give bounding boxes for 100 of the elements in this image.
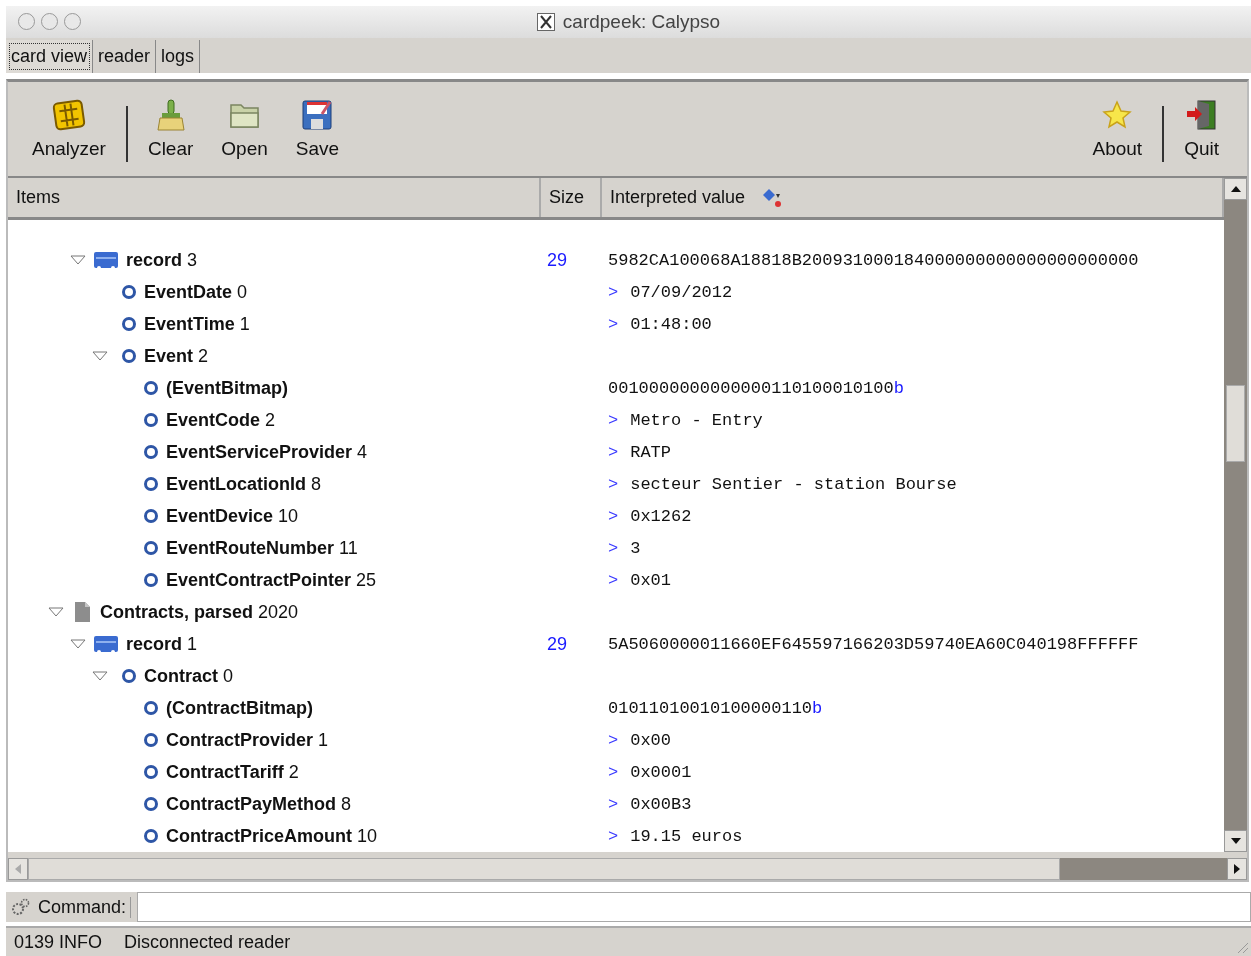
item-name[interactable]: ContractPayMethod 8: [166, 793, 352, 815]
window-minimize-button[interactable]: [41, 13, 58, 31]
value-marker: >: [608, 282, 619, 302]
size-value: 29: [546, 249, 568, 271]
interpreted-value: 0x1262: [630, 506, 692, 526]
scroll-thumb[interactable]: [28, 858, 1060, 881]
bullet-icon: [144, 573, 158, 588]
item-name[interactable]: EventTime 1: [144, 313, 250, 335]
item-name[interactable]: EventCode 2: [166, 409, 276, 431]
item-name[interactable]: EventLocationId 8: [166, 473, 322, 495]
toolbar-button[interactable]: Save: [281, 98, 354, 161]
interpreted-value: 5982CA100068A18818B200931000184000000000000000000000: [608, 250, 1139, 270]
interpreted-value: 0x01: [630, 570, 671, 590]
item-name[interactable]: EventRouteNumber 11: [166, 537, 358, 559]
bullet-icon: [122, 349, 136, 364]
bullet-icon: [144, 477, 158, 492]
status-code: 0139 INFO: [14, 931, 103, 953]
toolbar-button[interactable]: Analyzer: [18, 98, 120, 161]
item-name[interactable]: Contracts, parsed 2020: [100, 601, 299, 623]
expanded-triangle-icon[interactable]: [92, 350, 108, 363]
value-marker: >: [608, 442, 619, 462]
item-name[interactable]: ContractTariff 2: [166, 761, 299, 783]
card-record-icon: [94, 634, 118, 655]
interpreted-value: Metro - Entry: [630, 410, 763, 430]
item-name[interactable]: record 1: [126, 633, 198, 655]
expanded-triangle-icon[interactable]: [48, 606, 64, 619]
column-header-text: Interpreted value: [610, 187, 746, 209]
interpreted-value: RATP: [630, 442, 671, 462]
bullet-icon: [144, 381, 158, 396]
bullet-icon: [144, 829, 158, 844]
scroll-down-icon[interactable]: [1230, 838, 1241, 845]
toolbar-button[interactable]: Quit: [1170, 98, 1233, 161]
chip-icon: [51, 98, 86, 133]
interpreted-value: 0x0001: [630, 762, 692, 782]
value-marker: >: [608, 410, 619, 430]
expanded-triangle-icon[interactable]: [92, 670, 108, 683]
size-value: 29: [546, 633, 568, 655]
value-marker: >: [608, 794, 619, 814]
command-input-field[interactable]: [137, 892, 1251, 923]
bullet-icon: [144, 413, 158, 428]
column-header[interactable]: Items: [8, 178, 541, 218]
interpreted-value: 0x00: [630, 730, 671, 750]
item-name[interactable]: EventDate 0: [144, 281, 248, 303]
bullet-icon: [144, 445, 158, 460]
item-name[interactable]: EventContractPointer 25: [166, 569, 377, 591]
bullet-icon: [144, 509, 158, 524]
item-name[interactable]: Event 2: [144, 345, 209, 367]
bullet-icon: [144, 701, 158, 716]
scroll-thumb[interactable]: [1226, 385, 1245, 463]
bullet-icon: [122, 285, 136, 300]
interpreted-value: 5A5060000011660EF645597166203D59740EA60C040198FFFFFF: [608, 634, 1139, 654]
command-label: Command:: [38, 896, 132, 918]
bullet-icon: [122, 669, 136, 684]
item-name[interactable]: ContractProvider 1: [166, 729, 329, 751]
expanded-triangle-icon[interactable]: [70, 638, 86, 651]
bullet-icon: [144, 797, 158, 812]
value-marker: >: [608, 538, 619, 558]
value-marker: >: [608, 826, 619, 846]
x-window-icon: [536, 12, 555, 31]
item-name[interactable]: (EventBitmap): [166, 377, 288, 399]
bullet-icon: [144, 733, 158, 748]
document-icon: [72, 601, 92, 624]
toolbar-button[interactable]: Open: [207, 98, 282, 161]
resize-grip-icon[interactable]: [1235, 940, 1249, 954]
scroll-up-icon[interactable]: [1230, 186, 1241, 193]
value-marker: >: [608, 762, 619, 782]
value-marker: >: [608, 570, 619, 590]
item-name[interactable]: Contract 0: [144, 665, 234, 687]
scroll-left-icon[interactable]: [15, 864, 21, 875]
bullet-icon: [122, 317, 136, 332]
item-name[interactable]: EventDevice 10: [166, 505, 299, 527]
bullet-icon: [144, 765, 158, 780]
value-marker: >: [608, 474, 619, 494]
window-title: cardpeek: Calypso: [562, 10, 721, 33]
item-name[interactable]: ContractPriceAmount 10: [166, 825, 378, 847]
interpreted-value: 19.15 euros: [630, 826, 743, 846]
interpreted-value: 07/09/2012: [630, 282, 733, 302]
interpreted-value: secteur Sentier - station Bourse: [630, 474, 957, 494]
item-name[interactable]: EventServiceProvider 4: [166, 441, 368, 463]
door-exit-icon: [1184, 98, 1219, 133]
expanded-triangle-icon[interactable]: [70, 254, 86, 267]
window-zoom-button[interactable]: [64, 13, 81, 31]
column-header[interactable]: Size: [541, 178, 602, 218]
interpreted-value: 01:48:00: [630, 314, 712, 334]
value-marker: >: [608, 506, 619, 526]
interpreted-value: 0010000000000000110100010100b: [608, 378, 904, 398]
value-marker: >: [608, 314, 619, 334]
tab[interactable]: card view: [6, 39, 94, 74]
window-close-button[interactable]: [18, 13, 35, 31]
vertical-scrollbar[interactable]: [1224, 178, 1247, 853]
card-record-icon: [94, 250, 118, 271]
toolbar-button[interactable]: Clear: [133, 98, 208, 161]
item-name[interactable]: record 3: [126, 249, 198, 271]
value-marker: >: [608, 730, 619, 750]
item-name[interactable]: (ContractBitmap): [166, 697, 313, 719]
scroll-right-icon[interactable]: [1234, 864, 1240, 875]
interpreted-value: 3: [630, 538, 641, 558]
toolbar-button[interactable]: About: [1078, 98, 1157, 161]
interpreted-value: 01011010010100000110b: [608, 698, 823, 718]
horizontal-scrollbar[interactable]: [8, 858, 1247, 881]
